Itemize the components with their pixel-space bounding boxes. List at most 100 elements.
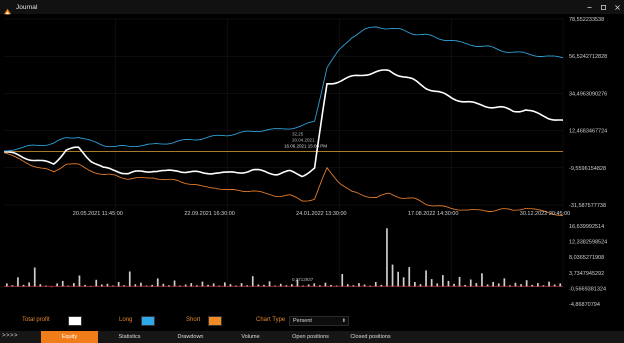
pnl-bar <box>251 276 254 287</box>
pnl-bar <box>268 281 271 287</box>
pnl-bar <box>22 284 25 287</box>
tab-drawdown[interactable]: Drawdown <box>162 331 219 343</box>
pnl-bar <box>553 284 556 287</box>
bar-y-axis-tick-label: 8,0365271908 <box>569 255 604 261</box>
pnl-bar <box>179 285 181 287</box>
minimize-button[interactable] <box>582 0 596 14</box>
y-axis-tick-label: -31,587577738 <box>569 203 606 209</box>
pnl-bar <box>537 283 539 287</box>
pnl-bar <box>123 285 125 287</box>
tab-open-positions[interactable]: Open positions <box>282 331 339 343</box>
series-line-total-profit <box>3 69 564 178</box>
total-profit-label: Total profit <box>22 317 50 323</box>
pnl-bar <box>128 271 131 287</box>
tab-closed-positions[interactable]: Closed positions <box>342 331 399 343</box>
chart-type-label: Chart Type <box>256 317 286 323</box>
pnl-bar <box>469 279 472 287</box>
close-button[interactable] <box>610 0 624 14</box>
pnl-bar <box>520 284 522 287</box>
pnl-bar <box>224 282 226 287</box>
pnl-bar <box>442 275 444 287</box>
pnl-bar <box>302 285 304 287</box>
tab-scroll-arrows[interactable]: >>>> <box>2 333 18 339</box>
tab-bar: >>>> Equity Statistics Drawdown Volume O… <box>0 331 624 343</box>
pnl-bar <box>369 285 371 287</box>
maximize-icon <box>600 4 606 10</box>
y-axis-tick-label: 78,552233538 <box>569 17 604 23</box>
pnl-bar <box>184 284 187 287</box>
pnl-bar <box>201 281 204 287</box>
pnl-bar <box>61 280 64 287</box>
y-axis-tick-label: 34,4963090276 <box>569 91 607 97</box>
bar-y-axis-tick-label: -0,5669381324 <box>569 286 606 292</box>
pnl-bar <box>525 280 528 287</box>
pnl-bar <box>414 282 416 287</box>
pnl-bar <box>145 285 148 287</box>
tab-label: Equity <box>61 334 78 340</box>
pnl-bar <box>458 276 461 287</box>
pnl-bar <box>101 284 103 287</box>
pnl-bar <box>374 282 377 287</box>
tab-label: Open positions <box>292 334 329 340</box>
tab-statistics[interactable]: Statistics <box>101 331 158 343</box>
pnl-bar <box>548 281 550 287</box>
pnl-bar <box>50 286 53 288</box>
pnl-bar <box>134 284 137 287</box>
crosshair-label: 32,25 <box>292 132 304 137</box>
x-axis-tick-label: 24.01.2022 13:30:00 <box>296 211 346 217</box>
x-axis-tick-label: 20.05.2021 11:45:00 <box>73 211 123 217</box>
pnl-bar <box>430 279 433 287</box>
pnl-bar <box>56 283 58 287</box>
pnl-bar <box>531 284 534 287</box>
tab-label: Closed positions <box>350 334 391 340</box>
pnl-bar <box>397 271 399 287</box>
chart-type-select[interactable]: Persent ⬍ <box>289 316 349 326</box>
pnl-bar <box>425 270 427 287</box>
pnl-bar <box>285 285 288 287</box>
maximize-button[interactable] <box>596 0 610 14</box>
tab-volume[interactable]: Volume <box>222 331 279 343</box>
pnl-bar <box>112 285 114 287</box>
total-profit-color-swatch[interactable] <box>68 316 82 326</box>
long-label: Long <box>119 317 133 323</box>
pnl-bar <box>542 285 545 287</box>
crosshair-label: 20.04.2021 <box>292 138 315 143</box>
pnl-bar <box>453 283 455 287</box>
pnl-bar <box>352 285 355 287</box>
short-label: Short <box>186 317 201 323</box>
tab-label: Statistics <box>118 334 141 340</box>
title-bar: Journal <box>0 0 624 14</box>
equity-chart[interactable]: 78,552233538 56,5242712828 34,4963090276 12… <box>0 14 624 312</box>
pnl-bar <box>162 283 165 287</box>
pnl-bar <box>291 284 293 287</box>
bar-y-axis-tick-label: -4,86870794 <box>569 302 600 308</box>
pnl-bar <box>386 228 388 287</box>
tab-label: Volume <box>241 334 260 340</box>
crosshair-label: 16.06.2021 15:00 PM <box>284 144 327 149</box>
bar-y-axis-tick-label: 16,639992514 <box>569 224 604 230</box>
pnl-bar <box>380 284 383 287</box>
long-color-swatch[interactable] <box>141 316 155 326</box>
pnl-bar <box>218 285 221 287</box>
pnl-bar <box>246 285 248 287</box>
pnl-bar <box>17 277 19 287</box>
tab-equity[interactable]: Equity <box>41 331 98 343</box>
pnl-bar <box>84 284 86 287</box>
pnl-bar <box>324 282 327 287</box>
pnl-bar <box>117 282 120 287</box>
short-color-swatch[interactable] <box>208 316 222 326</box>
tab-label: Drawdown <box>177 334 204 340</box>
series-line-short <box>3 152 564 216</box>
chevron-updown-icon: ⬍ <box>341 318 346 324</box>
pnl-bar <box>492 282 494 287</box>
y-axis-tick-label: 56,5242712828 <box>569 54 607 60</box>
pnl-bar <box>240 283 243 287</box>
pnl-bar <box>307 284 310 287</box>
pnl-bar <box>503 278 506 287</box>
series-line-long <box>3 26 564 152</box>
pnl-bar <box>95 279 98 287</box>
bar-y-axis-tick-label: 12,3382598524 <box>569 240 607 246</box>
pnl-bar <box>45 285 47 287</box>
y-axis-tick-label: 12,4683467724 <box>569 129 607 135</box>
pnl-bar <box>475 283 478 287</box>
